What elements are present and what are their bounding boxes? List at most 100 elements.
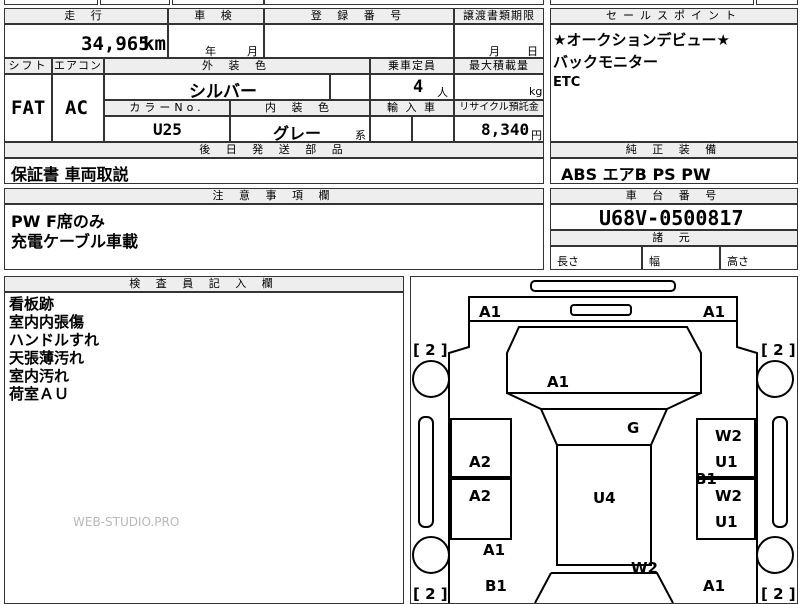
label-rr-door-w: W2: [715, 487, 742, 505]
inspection-cell: 年 月: [168, 24, 264, 58]
top-cut-row: [4, 0, 98, 5]
selling-points-cell: ★オークションデビュー★ バックモニター ETC: [550, 24, 798, 142]
registration-header: 登 録 番 号: [264, 8, 454, 24]
registration-cell: [264, 24, 454, 58]
a-pillar-shape: [506, 392, 702, 410]
max-load-header: 最大積載量: [454, 58, 544, 74]
top-cut-row: [264, 0, 544, 5]
transfer-cell: 月 日: [454, 24, 544, 58]
later-parts-value: 保証書 車両取説: [11, 165, 129, 184]
color-no-cell: U25: [104, 116, 230, 142]
label-lr-quarter: A1: [483, 541, 505, 559]
car-diagram-svg: A1 A1 [ 2 ] [ 2 ] [ 2 ] [ 2 ] A1 G W2 U1…: [412, 280, 796, 603]
inspection-header: 車 検: [168, 8, 264, 24]
import-cell-a: [370, 116, 412, 142]
label-front-right: A1: [703, 303, 725, 321]
exterior-color-extra: [330, 74, 370, 100]
interior-color-cell: グレー 系: [230, 116, 370, 143]
selling-point-line: ETC: [553, 75, 581, 90]
transfer-day-unit: 日: [527, 45, 538, 58]
selling-points-header: セールスポイント: [550, 8, 798, 24]
dimension-length-cell: 長さ: [550, 246, 642, 270]
transfer-header: 譲渡書類期限: [454, 8, 544, 24]
label-front-left: A1: [479, 303, 501, 321]
dimension-height-label: 高さ: [727, 255, 749, 268]
dimension-length-label: 長さ: [557, 255, 579, 268]
mileage-cell: 34,965 km: [4, 24, 168, 58]
watermark: WEB-STUDIO.PRO: [73, 515, 180, 529]
inspector-line: 荷室ＡＵ: [9, 385, 70, 403]
label-rf-door-u: U1: [715, 453, 738, 471]
top-cut-row: [100, 0, 170, 5]
label-windshield: G: [627, 419, 639, 437]
top-cut-row: [756, 0, 798, 5]
label-bracket-bl: [ 2 ]: [413, 585, 448, 603]
label-lr-bumper: B1: [485, 577, 507, 595]
exterior-color-header: 外 装 色: [104, 58, 370, 74]
recycle-unit: 円: [531, 129, 542, 142]
selling-point-line: ★オークションデビュー★: [553, 31, 730, 49]
label-hood: A1: [547, 373, 569, 391]
notes-cell: PW F席のみ 充電ケーブル車載: [4, 204, 544, 270]
chassis-cell: U68V-0500817: [550, 204, 798, 230]
exterior-color-cell: シルバー: [104, 74, 330, 102]
recycle-cell: 8,340 円: [454, 116, 544, 142]
shift-value: FAT: [11, 97, 46, 119]
label-right-pillar: B1: [695, 470, 717, 488]
recycle-header: リサイクル預託金: [454, 100, 544, 116]
chassis-header: 車 台 番 号: [550, 188, 798, 204]
mileage-value: 34,965: [81, 33, 150, 55]
interior-color-header: 内 装 色: [230, 100, 370, 116]
import-header: 輸 入 車: [370, 100, 454, 116]
dimensions-header: 諸 元: [550, 230, 798, 246]
front-plate-shape: [570, 304, 632, 316]
later-parts-header: 後 日 発 送 部 品: [4, 142, 544, 158]
label-rr-quarter: A1: [703, 577, 725, 595]
capacity-header: 乗車定員: [370, 58, 454, 74]
windshield-shape: [539, 408, 669, 446]
exterior-color-value: シルバー: [189, 82, 257, 102]
notes-header: 注 意 事 項 欄: [4, 188, 544, 204]
wheel-fl-shape: [412, 360, 450, 398]
interior-color-value: グレー: [273, 124, 322, 143]
top-cut-row: [550, 0, 754, 5]
capacity-unit: 人: [437, 86, 448, 99]
right-sill-shape: [772, 416, 788, 528]
hood-shape: [506, 326, 702, 394]
label-bracket-tr: [ 2 ]: [761, 341, 796, 359]
dimension-width-label: 幅: [649, 255, 660, 268]
label-roof: U4: [593, 489, 616, 507]
max-load-unit: kg: [529, 85, 543, 98]
shift-header: シフト: [4, 58, 52, 74]
equipment-cell: ABS エアB PS PW: [550, 158, 798, 184]
label-lr-door: A2: [469, 487, 491, 505]
transfer-month-unit: 月: [489, 45, 500, 58]
inspection-year-unit: 年: [205, 45, 216, 58]
capacity-cell: 4 人: [370, 74, 454, 100]
wheel-rr-shape: [756, 536, 794, 574]
inspector-header: 検 査 員 記 入 欄: [4, 276, 404, 292]
capacity-value: 4: [413, 77, 424, 97]
aircon-header: エアコン: [52, 58, 104, 74]
wheel-rl-shape: [412, 536, 450, 574]
label-rf-door-w: W2: [715, 427, 742, 445]
dimension-height-cell: 高さ: [720, 246, 798, 270]
label-rr-door-u: U1: [715, 513, 738, 531]
label-lf-door: A2: [469, 453, 491, 471]
shift-cell: FAT: [4, 74, 52, 142]
inspector-cell: 看板跡 室内内張傷 ハンドルすれ 天張薄汚れ 室内汚れ 荷室ＡＵ WEB-STU…: [4, 292, 404, 604]
color-no-value: U25: [153, 120, 182, 139]
dimension-width-cell: 幅: [642, 246, 720, 270]
chassis-value: U68V-0500817: [599, 206, 744, 230]
import-cell-b: [412, 116, 454, 142]
max-load-cell: kg: [454, 74, 544, 100]
recycle-value: 8,340: [481, 120, 530, 139]
later-parts-cell: 保証書 車両取説: [4, 158, 544, 184]
label-bracket-br: [ 2 ]: [761, 585, 796, 603]
wheel-fr-shape: [756, 360, 794, 398]
interior-color-suffix: 系: [355, 129, 366, 142]
equipment-value: ABS エアB PS PW: [561, 165, 711, 184]
left-doors-shape: [450, 418, 512, 540]
rear-glass-shape: [534, 572, 674, 603]
aircon-cell: AC: [52, 74, 104, 142]
